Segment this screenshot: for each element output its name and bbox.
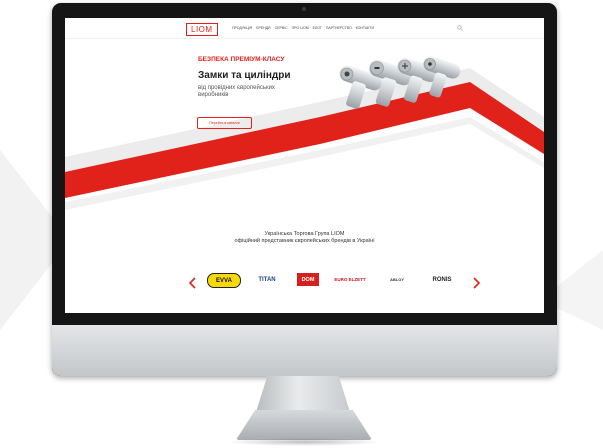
menu-item-contacts[interactable]: КОНТАКТИ xyxy=(356,26,374,30)
brand-logo-ronis[interactable]: RONIS xyxy=(423,273,461,286)
camera-icon xyxy=(302,7,306,11)
brand-logo-evva[interactable]: EVVA xyxy=(207,273,241,288)
brand-logo-titan[interactable]: TITAN xyxy=(250,273,284,286)
hero-decorative-stripes xyxy=(65,68,544,210)
about-line-2: офіційний представник європейських бренд… xyxy=(234,238,375,244)
monitor-bezel: LIOM ПРОДУКЦІЯ БРЕНДИ СЕРВІС ПРО LIOM БЛ… xyxy=(52,3,557,376)
menu-item-service[interactable]: СЕРВІС xyxy=(275,26,288,30)
brand-carousel: EVVA TITAN DOM EURO ELZETT ABLOY RONIS xyxy=(185,273,470,288)
catalog-button[interactable]: Перейти в каталог xyxy=(197,117,252,129)
menu-item-brands[interactable]: БРЕНДИ xyxy=(256,26,270,30)
site-header: LIOM ПРОДУКЦІЯ БРЕНДИ СЕРВІС ПРО LIOM БЛ… xyxy=(65,18,544,39)
lock-cylinders-image xyxy=(339,56,461,109)
menu-item-about[interactable]: ПРО LIOM xyxy=(292,26,309,30)
menu-item-blog[interactable]: БЛОГ xyxy=(313,26,322,30)
menu-item-products[interactable]: ПРОДУКЦІЯ xyxy=(232,26,252,30)
menu-item-partnership[interactable]: ПАРТНЕРСТВО xyxy=(326,26,352,30)
main-menu: ПРОДУКЦІЯ БРЕНДИ СЕРВІС ПРО LIOM БЛОГ ПА… xyxy=(232,26,374,30)
hero-subtext: від провідних європейських виробників xyxy=(198,85,275,98)
monitor-stand-shadow xyxy=(226,438,382,446)
company-about: Українська Торгова Група LIOM офіційний … xyxy=(65,231,544,245)
hero-tagline: БЕЗПЕКА ПРЕМІУМ-КЛАСУ xyxy=(198,56,285,63)
brand-logo-dom[interactable]: DOM xyxy=(297,273,319,286)
site-logo[interactable]: LIOM xyxy=(186,23,218,36)
search-icon[interactable] xyxy=(457,25,463,31)
monitor-chin xyxy=(52,325,557,376)
brand-logo-euro-elzett[interactable]: EURO ELZETT xyxy=(332,273,368,286)
about-line-1: Українська Торгова Група LIOM xyxy=(264,231,345,237)
monitor-stand-neck xyxy=(256,376,350,412)
hero-heading: Замки та циліндри xyxy=(198,70,291,81)
chevron-right-icon[interactable] xyxy=(473,277,480,289)
monitor-stand-base xyxy=(236,410,372,440)
brand-logo-abloy[interactable]: ABLOY xyxy=(382,273,412,286)
monitor-screen: LIOM ПРОДУКЦІЯ БРЕНДИ СЕРВІС ПРО LIOM БЛ… xyxy=(65,18,544,313)
